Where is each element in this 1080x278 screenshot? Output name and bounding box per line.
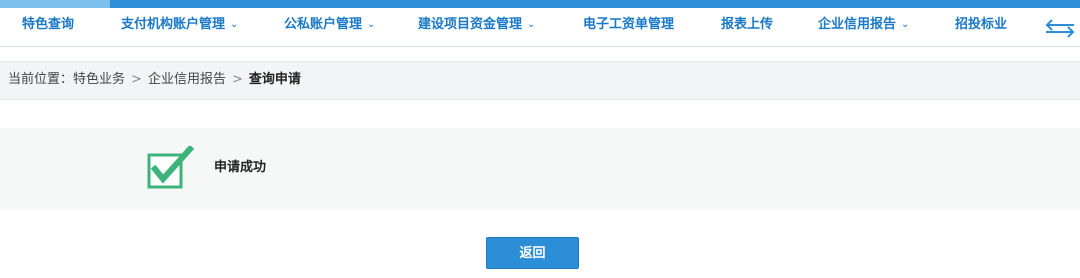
nav-item-bidding[interactable]: 招投标业: [955, 8, 1007, 46]
back-button[interactable]: 返回: [486, 237, 579, 269]
chevron-down-icon: ⌄: [230, 19, 239, 30]
nav-item-label: 支付机构账户管理: [121, 17, 226, 32]
nav-item-report-upload[interactable]: 报表上传: [721, 8, 773, 46]
nav-item-payslip[interactable]: 电子工资单管理: [583, 8, 674, 46]
result-panel: 申请成功: [0, 128, 1080, 210]
nav-item-account-management[interactable]: 公私账户管理 ⌄: [284, 8, 375, 46]
nav-item-label: 企业信用报告: [818, 17, 897, 32]
chevron-down-icon: ⌄: [367, 19, 376, 30]
nav-item-label: 招投标业: [955, 17, 1008, 32]
nav-item-special-query[interactable]: 特色查询: [22, 8, 74, 46]
breadcrumb-prefix: 当前位置：: [8, 72, 74, 87]
swap-arrows-icon[interactable]: [1042, 17, 1078, 39]
nav-item-label: 建设项目资金管理: [418, 17, 523, 32]
breadcrumb-item[interactable]: 特色业务: [73, 72, 125, 87]
nav-item-label: 电子工资单管理: [583, 17, 675, 32]
breadcrumb-separator: >: [131, 72, 142, 87]
chevron-down-icon: ⌄: [901, 19, 910, 30]
result-message: 申请成功: [214, 160, 267, 175]
nav-item-construction-funds[interactable]: 建设项目资金管理 ⌄: [418, 8, 535, 46]
breadcrumb-current: 查询申请: [248, 72, 301, 87]
nav-item-label: 特色查询: [22, 17, 75, 32]
active-tab-indicator: [0, 0, 110, 8]
main-nav: 特色查询 支付机构账户管理 ⌄ 公私账户管理 ⌄ 建设项目资金管理 ⌄ 电子工资单管理…: [0, 8, 1080, 47]
breadcrumb-item[interactable]: 企业信用报告: [148, 72, 226, 87]
nav-item-label: 公私账户管理: [284, 17, 363, 32]
nav-item-label: 报表上传: [721, 17, 774, 32]
nav-item-payment-institution[interactable]: 支付机构账户管理 ⌄: [121, 8, 238, 46]
breadcrumb-separator: >: [231, 72, 243, 87]
nav-item-credit-report[interactable]: 企业信用报告 ⌄: [818, 8, 909, 46]
top-accent-bar: [0, 0, 1080, 8]
success-check-icon: [146, 144, 195, 192]
breadcrumb: 当前位置：特色业务 > 企业信用报告 > 查询申请: [0, 61, 1080, 100]
chevron-down-icon: ⌄: [527, 19, 536, 30]
